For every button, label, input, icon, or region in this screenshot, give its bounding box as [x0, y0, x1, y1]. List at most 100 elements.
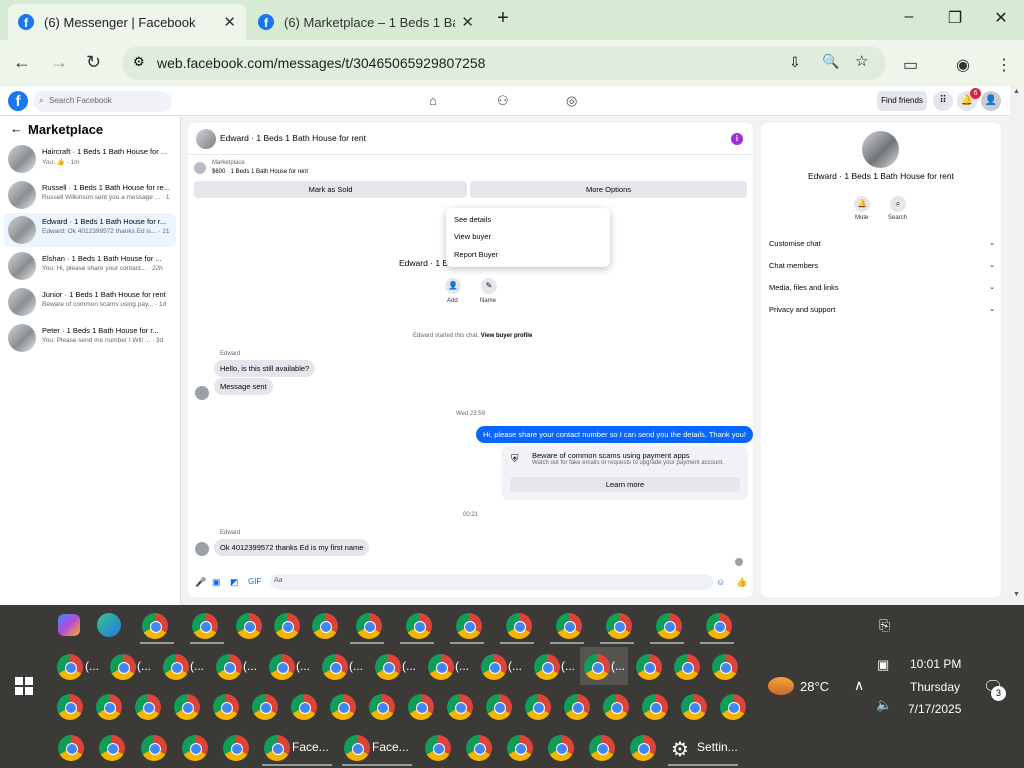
chrome-icon[interactable] [375, 654, 401, 680]
chrome-icon[interactable] [291, 694, 317, 720]
chrome-icon[interactable] [534, 654, 560, 680]
sticker-icon[interactable]: ◩ [230, 577, 239, 588]
settings-gear-icon[interactable]: ⚙ [671, 737, 689, 762]
edge-icon[interactable] [97, 613, 121, 637]
gif-icon[interactable]: GIF [248, 577, 261, 586]
chrome-icon[interactable] [636, 654, 662, 680]
chrome-icon[interactable] [312, 613, 338, 639]
chrome-icon[interactable] [584, 654, 610, 680]
zoom-icon[interactable]: 🔍 [822, 53, 839, 70]
chrome-icon[interactable] [456, 613, 482, 639]
mark-as-sold-button[interactable]: Mark as Sold [194, 181, 467, 198]
chrome-icon[interactable] [706, 613, 732, 639]
section-chat-members[interactable]: Chat members ⌄ [769, 261, 995, 270]
menu-item-view-buyer[interactable]: View buyer [454, 232, 491, 241]
chrome-icon[interactable] [712, 654, 738, 680]
edit-name-icon[interactable]: ✎ [481, 278, 497, 294]
photo-icon[interactable]: ▣ [212, 577, 221, 588]
chrome-icon[interactable] [269, 654, 295, 680]
list-item[interactable]: Junior · 1 Beds 1 Bath House for rent Be… [4, 286, 176, 318]
info-icon[interactable]: i [731, 133, 743, 145]
meet-now-icon[interactable]: ⎘ [879, 617, 890, 634]
message-input[interactable]: Aa [270, 574, 713, 590]
network-icon[interactable]: ▣ [877, 657, 889, 673]
back-arrow-icon[interactable]: ← [10, 121, 23, 136]
chrome-icon[interactable] [466, 735, 492, 761]
like-icon[interactable]: 👍 [736, 577, 747, 588]
section-privacy-support[interactable]: Privacy and support ⌄ [769, 305, 995, 314]
chrome-icon[interactable] [58, 735, 84, 761]
chrome-icon[interactable] [556, 613, 582, 639]
list-item[interactable]: Elshan · 1 Beds 1 Bath House for ... You… [4, 250, 176, 282]
chrome-icon[interactable] [174, 694, 200, 720]
friends-icon[interactable]: ⚇ [497, 93, 509, 109]
chrome-icon[interactable] [96, 694, 122, 720]
list-item[interactable]: Russell · 1 Beds 1 Bath House for re... … [4, 179, 176, 211]
chrome-icon[interactable] [236, 613, 262, 639]
menu-grid-icon[interactable]: ⠿ [933, 91, 953, 111]
menu-item-see-details[interactable]: See details [454, 215, 491, 224]
chrome-icon[interactable] [408, 694, 434, 720]
new-tab-button[interactable]: + [488, 7, 518, 30]
menu-icon[interactable]: ⋮ [996, 55, 1012, 75]
chrome-icon[interactable] [425, 735, 451, 761]
weather-temperature[interactable]: 28°C [800, 679, 829, 694]
chrome-icon[interactable] [57, 694, 83, 720]
learn-more-button[interactable]: Learn more [510, 477, 740, 492]
close-tab-icon[interactable]: ✕ [461, 13, 474, 31]
chrome-icon[interactable] [216, 654, 242, 680]
more-options-button[interactable]: More Options [470, 181, 747, 198]
mute-icon[interactable]: 🔔 [854, 196, 870, 212]
weather-icon[interactable] [768, 677, 794, 695]
find-friends-button[interactable]: Find friends [877, 91, 927, 111]
avatar[interactable] [196, 129, 216, 149]
minimize-button[interactable]: – [894, 8, 924, 26]
chrome-icon[interactable] [142, 613, 168, 639]
site-info-icon[interactable]: ⚙ [133, 54, 145, 70]
chrome-icon[interactable] [606, 613, 632, 639]
list-item[interactable]: Haircraft · 1 Beds 1 Bath House for ... … [4, 143, 176, 175]
show-hidden-icons-chevron-icon[interactable]: ∧ [854, 677, 864, 694]
install-app-icon[interactable]: ⇩ [789, 54, 801, 71]
chrome-icon[interactable] [630, 735, 656, 761]
tab-marketplace[interactable]: f (6) Marketplace – 1 Beds 1 Bath ✕ [248, 4, 484, 40]
chrome-icon[interactable] [223, 735, 249, 761]
chrome-icon[interactable] [674, 654, 700, 680]
search-facebook-input[interactable]: ⌕ Search Facebook [33, 91, 172, 112]
chrome-icon[interactable] [447, 694, 473, 720]
facebook-logo-icon[interactable]: f [8, 91, 28, 111]
chrome-icon[interactable] [428, 654, 454, 680]
chrome-icon[interactable] [642, 694, 668, 720]
chrome-icon[interactable] [135, 694, 161, 720]
chrome-icon[interactable] [720, 694, 746, 720]
chrome-icon[interactable] [182, 735, 208, 761]
chrome-icon[interactable] [406, 613, 432, 639]
chrome-icon[interactable] [656, 613, 682, 639]
maximize-button[interactable]: ❐ [940, 8, 970, 28]
emoji-icon[interactable]: ☺ [716, 577, 725, 587]
section-media-files[interactable]: Media, files and links ⌄ [769, 283, 995, 292]
chrome-icon[interactable] [213, 694, 239, 720]
chrome-icon[interactable] [344, 735, 370, 761]
chrome-icon[interactable] [330, 694, 356, 720]
menu-item-report-buyer[interactable]: Report Buyer [454, 250, 498, 259]
chrome-icon[interactable] [506, 613, 532, 639]
chrome-icon[interactable] [507, 735, 533, 761]
volume-icon[interactable]: 🔈 [876, 697, 892, 713]
address-bar[interactable]: ⚙ web.facebook.com/messages/t/3046506592… [122, 46, 886, 80]
forward-button[interactable]: → [50, 52, 68, 73]
chrome-icon[interactable] [141, 735, 167, 761]
chrome-icon[interactable] [589, 735, 615, 761]
chrome-icon[interactable] [681, 694, 707, 720]
bookmark-star-icon[interactable]: ☆ [855, 52, 868, 70]
list-item[interactable]: Peter · 1 Beds 1 Bath House for r... You… [4, 322, 176, 354]
scrollbar[interactable]: ▲ ▼ [1010, 86, 1024, 605]
add-person-icon[interactable]: 👤 [445, 278, 461, 294]
profile-icon[interactable]: ◉ [956, 55, 970, 75]
close-window-button[interactable]: ✕ [986, 8, 1016, 28]
chrome-icon[interactable] [481, 654, 507, 680]
clock-date[interactable]: 7/17/2025 [908, 702, 961, 716]
chrome-icon[interactable] [57, 654, 83, 680]
back-button[interactable]: ← [13, 52, 31, 73]
close-tab-icon[interactable]: ✕ [223, 13, 236, 31]
